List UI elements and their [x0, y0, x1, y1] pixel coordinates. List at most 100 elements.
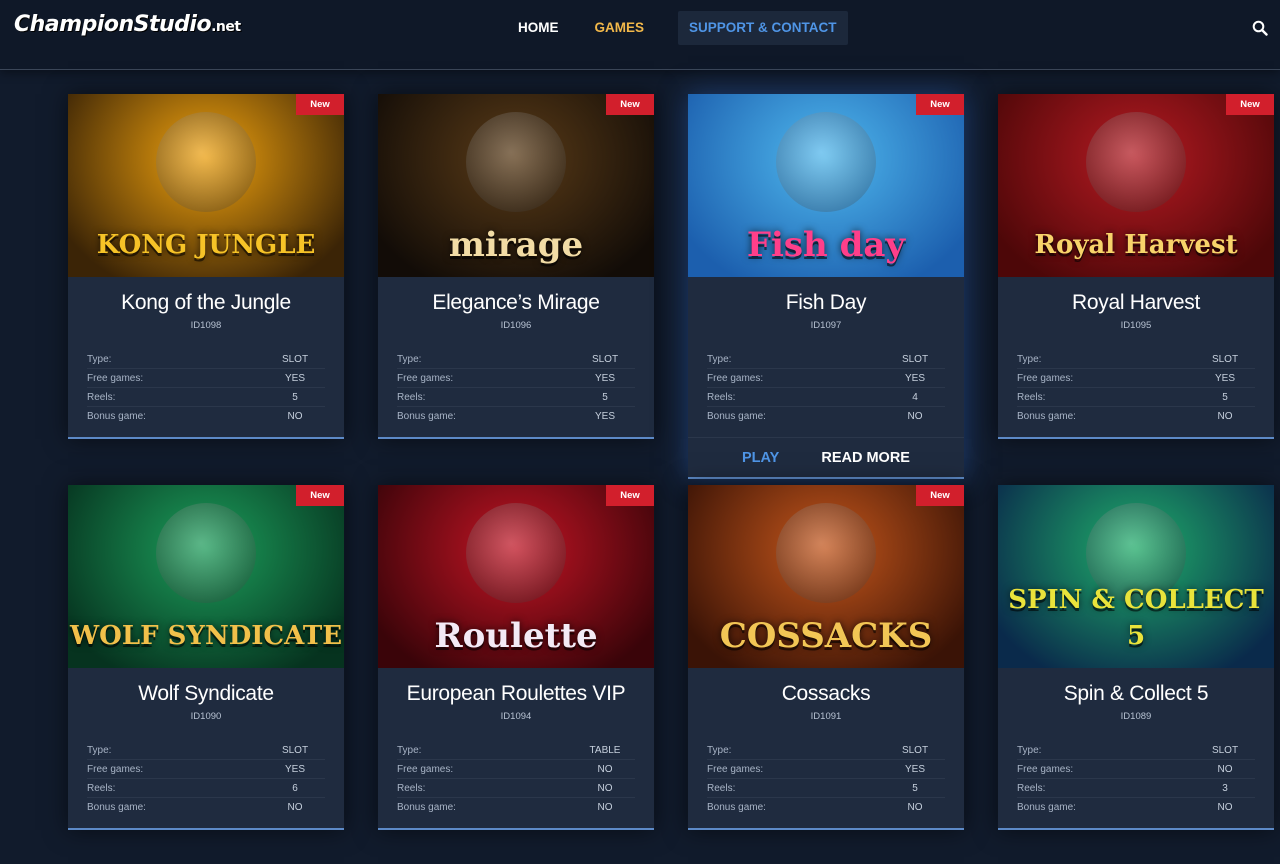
spec-row-bonus-game: Bonus game: NO — [397, 798, 635, 817]
spec-label: Free games: — [87, 373, 144, 384]
game-card[interactable]: mirage New Elegance’s Mirage ID1096 Type… — [378, 94, 654, 439]
spec-value: NO — [1217, 764, 1233, 775]
spec-row-free-games: Free games: YES — [707, 369, 945, 388]
spec-row-reels: Reels: NO — [397, 779, 635, 798]
spec-row-bonus-game: Bonus game: YES — [397, 407, 635, 426]
spec-label: Bonus game: — [87, 411, 146, 422]
game-title[interactable]: Wolf Syndicate — [87, 682, 325, 706]
spec-value: NO — [907, 411, 923, 422]
spec-label: Free games: — [87, 764, 144, 775]
game-specs: Type: SLOT Free games: YES Reels: 4 Bonu… — [707, 350, 945, 437]
spec-value: SLOT — [281, 354, 309, 365]
game-thumbnail[interactable]: mirage New — [378, 94, 654, 277]
game-specs: Type: SLOT Free games: YES Reels: 5 Bonu… — [397, 350, 635, 437]
game-logo-art: COSSACKS — [719, 616, 933, 656]
spec-label: Type: — [397, 745, 422, 756]
spec-value: NO — [907, 802, 923, 813]
game-character-art — [466, 503, 566, 603]
spec-row-bonus-game: Bonus game: NO — [1017, 407, 1255, 426]
spec-row-bonus-game: Bonus game: NO — [87, 407, 325, 426]
spec-row-type: Type: SLOT — [707, 350, 945, 369]
new-badge: New — [296, 94, 344, 115]
nav-support-contact[interactable]: SUPPORT & CONTACT — [678, 11, 848, 45]
spec-row-bonus-game: Bonus game: NO — [707, 407, 945, 426]
game-title[interactable]: Royal Harvest — [1017, 291, 1255, 315]
game-logo-art: SPIN & COLLECT 5 — [1008, 585, 1264, 651]
play-button[interactable]: PLAY — [742, 438, 779, 477]
spec-label: Reels: — [87, 783, 116, 794]
spec-row-free-games: Free games: NO — [397, 760, 635, 779]
spec-row-reels: Reels: 5 — [1017, 388, 1255, 407]
card-body: Spin & Collect 5 ID1089 Type: SLOT Free … — [998, 682, 1274, 828]
game-title[interactable]: Kong of the Jungle — [87, 291, 325, 315]
spec-value: SLOT — [901, 354, 929, 365]
game-thumbnail[interactable]: COSSACKS New — [688, 485, 964, 668]
game-title[interactable]: Fish Day — [707, 291, 945, 315]
game-specs: Type: SLOT Free games: YES Reels: 5 Bonu… — [1017, 350, 1255, 437]
site-logo[interactable]: ChampionStudio.net — [14, 12, 241, 37]
game-id: ID1096 — [500, 320, 532, 331]
spec-value: YES — [284, 764, 305, 775]
nav-home[interactable]: HOME — [500, 11, 577, 45]
new-badge: New — [1226, 94, 1274, 115]
card-body: Cossacks ID1091 Type: SLOT Free games: Y… — [688, 682, 964, 828]
spec-label: Type: — [1017, 354, 1042, 365]
game-character-art — [466, 112, 566, 212]
game-logo-art: Royal Harvest — [1034, 230, 1238, 260]
spec-value: 4 — [912, 392, 918, 403]
game-card[interactable]: Royal Harvest New Royal Harvest ID1095 T… — [998, 94, 1274, 439]
game-card[interactable]: Fish day New Fish Day ID1097 Type: SLOT … — [688, 94, 964, 479]
card-actions: PLAY READ MORE — [688, 437, 964, 477]
game-thumbnail[interactable]: Roulette New — [378, 485, 654, 668]
search-icon[interactable] — [1252, 20, 1268, 36]
spec-value: SLOT — [281, 745, 309, 756]
spec-label: Type: — [707, 745, 732, 756]
game-card[interactable]: COSSACKS New Cossacks ID1091 Type: SLOT … — [688, 485, 964, 830]
spec-row-type: Type: SLOT — [87, 741, 325, 760]
spec-value: YES — [284, 373, 305, 384]
new-badge: New — [606, 485, 654, 506]
spec-value: YES — [904, 764, 925, 775]
game-card[interactable]: Roulette New European Roulettes VIP ID10… — [378, 485, 654, 830]
spec-label: Free games: — [707, 373, 764, 384]
nav-games[interactable]: GAMES — [577, 11, 663, 45]
spec-row-type: Type: SLOT — [1017, 741, 1255, 760]
game-thumbnail[interactable]: WOLF SYNDICATE New — [68, 485, 344, 668]
spec-row-free-games: Free games: YES — [397, 369, 635, 388]
spec-row-reels: Reels: 3 — [1017, 779, 1255, 798]
game-thumbnail[interactable]: Fish day New — [688, 94, 964, 277]
game-thumbnail[interactable]: Royal Harvest New — [998, 94, 1274, 277]
game-thumbnail[interactable]: KONG JUNGLE New — [68, 94, 344, 277]
game-character-art — [776, 503, 876, 603]
game-thumbnail[interactable]: SPIN & COLLECT 5 — [998, 485, 1274, 668]
spec-label: Reels: — [707, 783, 736, 794]
game-specs: Type: TABLE Free games: NO Reels: NO Bon… — [397, 741, 635, 828]
game-title[interactable]: Cossacks — [707, 682, 945, 706]
spec-value: NO — [1217, 411, 1233, 422]
spec-label: Type: — [87, 745, 112, 756]
spec-value: SLOT — [1211, 354, 1239, 365]
game-specs: Type: SLOT Free games: YES Reels: 5 Bonu… — [87, 350, 325, 437]
game-logo-art: WOLF SYNDICATE — [69, 621, 343, 651]
game-logo-art: KONG JUNGLE — [96, 230, 316, 260]
spec-value: NO — [597, 783, 613, 794]
spec-label: Free games: — [397, 373, 454, 384]
game-card[interactable]: WOLF SYNDICATE New Wolf Syndicate ID1090… — [68, 485, 344, 830]
game-title[interactable]: European Roulettes VIP — [397, 682, 635, 706]
game-character-art — [156, 503, 256, 603]
site-header: ChampionStudio.net HOME GAMES SUPPORT & … — [0, 0, 1280, 70]
game-title[interactable]: Spin & Collect 5 — [1017, 682, 1255, 706]
spec-label: Free games: — [707, 764, 764, 775]
game-id: ID1098 — [190, 320, 222, 331]
card-body: Wolf Syndicate ID1090 Type: SLOT Free ga… — [68, 682, 344, 828]
spec-label: Type: — [87, 354, 112, 365]
game-card[interactable]: SPIN & COLLECT 5 Spin & Collect 5 ID1089… — [998, 485, 1274, 830]
spec-row-free-games: Free games: NO — [1017, 760, 1255, 779]
card-body: Fish Day ID1097 Type: SLOT Free games: Y… — [688, 291, 964, 477]
card-body: Elegance’s Mirage ID1096 Type: SLOT Free… — [378, 291, 654, 437]
game-card[interactable]: KONG JUNGLE New Kong of the Jungle ID109… — [68, 94, 344, 439]
spec-row-type: Type: TABLE — [397, 741, 635, 760]
read-more-button[interactable]: READ MORE — [821, 438, 910, 477]
spec-label: Reels: — [87, 392, 116, 403]
game-title[interactable]: Elegance’s Mirage — [397, 291, 635, 315]
